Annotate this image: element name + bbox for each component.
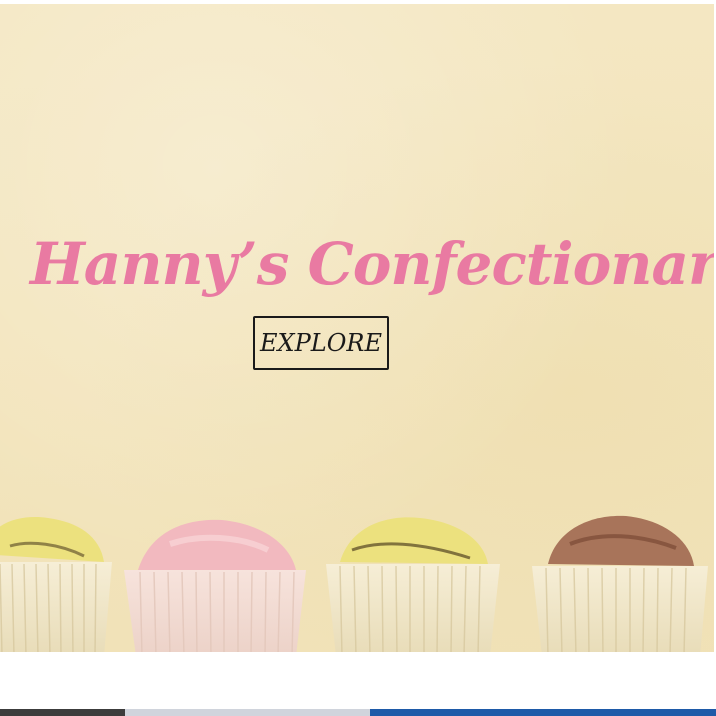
taskbar-middle-segment: [125, 709, 370, 716]
explore-button[interactable]: EXPLORE: [253, 316, 389, 370]
cupcake-yellow: [326, 517, 500, 652]
cupcake-yellow-left: [0, 517, 112, 652]
cupcake-pink: [124, 519, 306, 652]
taskbar-right-segment: [370, 709, 716, 716]
cupcake-chocolate: [532, 515, 708, 652]
cupcakes-image: [0, 515, 708, 652]
hero-banner: Hanny’s Confectionary EXPLORE: [0, 4, 716, 652]
site-title: Hanny’s Confectionary: [30, 230, 716, 298]
taskbar-strip: [0, 709, 716, 716]
taskbar-left-segment: [0, 709, 125, 716]
top-edge: [0, 0, 716, 4]
page: Hanny’s Confectionary EXPLORE: [0, 0, 716, 716]
